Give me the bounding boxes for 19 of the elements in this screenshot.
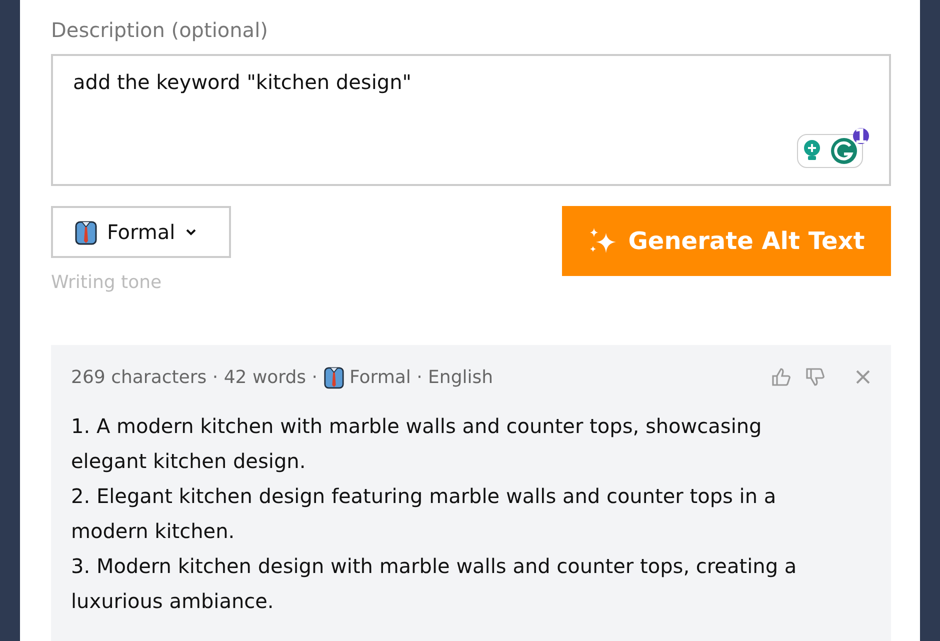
shirt-icon	[324, 365, 344, 389]
description-field[interactable]: add the keyword "kitchen design" 1	[51, 54, 891, 186]
chevron-down-icon	[185, 228, 198, 236]
notification-badge: 1	[853, 128, 869, 144]
field-label: Description (optional)	[51, 18, 268, 42]
close-button[interactable]	[855, 369, 871, 385]
tone-hint: Writing tone	[51, 272, 163, 293]
result-line: 2. Elegant kitchen design featuring marble walls and counter tops in a modern kitchen.	[71, 483, 778, 545]
thumbs-down-button[interactable]	[805, 367, 825, 387]
result-line: 1. A modern kitchen with marble walls and counter tops, showcasing elegant kitchen design.	[71, 413, 763, 475]
shirt-icon	[75, 219, 97, 245]
field-value: add the keyword "kitchen design"	[73, 70, 412, 94]
thumbs-up-button[interactable]	[771, 367, 791, 387]
result-tone: Formal · English	[350, 366, 494, 388]
result-line: 3. Modern kitchen design with marble walls and counter tops, creating a luxurious ambiance.	[71, 553, 798, 615]
g-logo-icon	[830, 137, 858, 165]
tone-dropdown[interactable]: Formal	[51, 206, 231, 258]
result-stats: 269 characters · 42 words ·	[71, 366, 318, 388]
lightbulb-icon	[802, 139, 820, 163]
